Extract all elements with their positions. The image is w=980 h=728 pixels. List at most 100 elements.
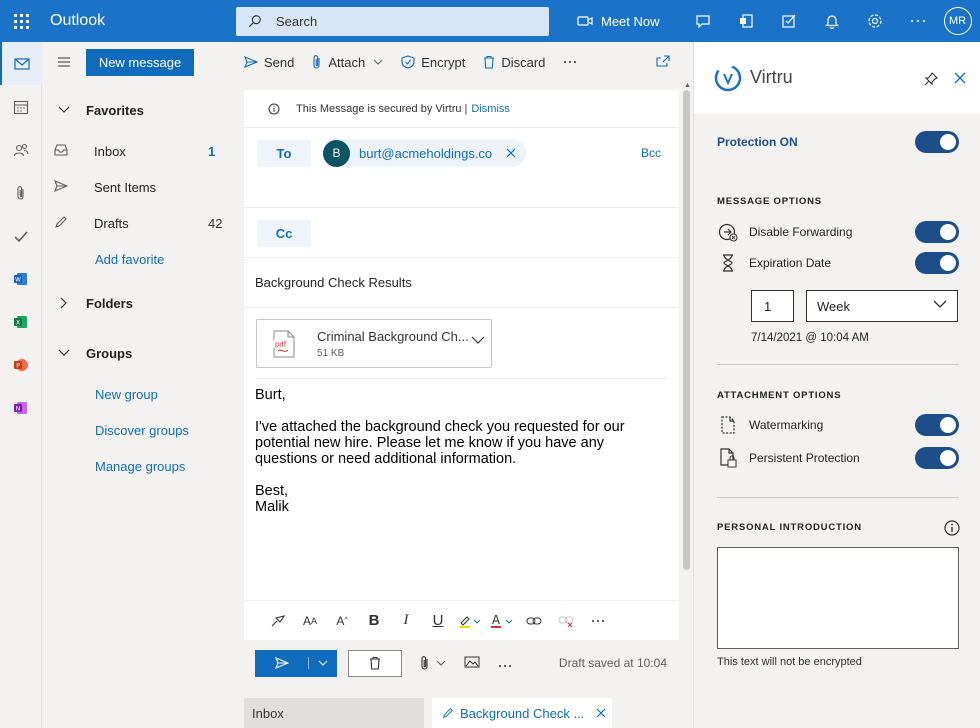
persistent-protection-label: Persistent Protection xyxy=(749,451,860,465)
compose-pane: This Message is secured by Virtru | Dism… xyxy=(244,90,679,640)
protection-toggle[interactable] xyxy=(915,131,959,153)
scroll-up-icon[interactable]: ▲ xyxy=(684,82,691,89)
font-grow-icon[interactable]: A^ xyxy=(326,614,358,628)
virtru-info-bar: This Message is secured by Virtru | Dism… xyxy=(244,90,679,128)
add-favorite-link[interactable]: Add favorite xyxy=(42,241,236,277)
more-options-icon[interactable] xyxy=(563,60,577,64)
chat-icon[interactable] xyxy=(682,0,725,42)
body-main: I've attached the background check you r… xyxy=(255,419,655,467)
groups-header[interactable]: Groups xyxy=(42,335,236,371)
calendar-icon[interactable] xyxy=(0,85,42,128)
discard-draft-button[interactable] xyxy=(348,650,402,677)
attach-button[interactable]: Attach xyxy=(312,54,383,70)
cc-button[interactable]: Cc xyxy=(257,220,311,247)
persistent-protection-toggle[interactable] xyxy=(915,447,959,469)
close-icon[interactable] xyxy=(596,708,606,718)
font-size-icon[interactable]: AA xyxy=(294,614,326,628)
bold-icon[interactable]: B xyxy=(358,612,390,629)
discover-groups-link[interactable]: Discover groups xyxy=(42,412,236,448)
new-group-link[interactable]: New group xyxy=(42,376,236,412)
favorites-header[interactable]: Favorites xyxy=(42,92,236,128)
underline-icon[interactable]: U xyxy=(422,612,454,629)
chevron-down-icon[interactable] xyxy=(471,336,485,344)
meet-now-button[interactable]: Meet Now xyxy=(577,14,660,29)
scrollbar[interactable] xyxy=(683,90,690,570)
expiration-unit-select[interactable]: Week xyxy=(806,290,958,322)
secured-message: This Message is secured by Virtru | xyxy=(296,103,467,115)
body-name: Malik xyxy=(255,499,655,515)
word-icon[interactable]: W xyxy=(0,257,42,300)
dismiss-link[interactable]: Dismiss xyxy=(471,103,510,115)
folders-header[interactable]: Folders xyxy=(42,285,236,321)
link-icon[interactable] xyxy=(518,616,550,626)
subject-field[interactable]: Background Check Results xyxy=(244,258,679,308)
no-forward-icon xyxy=(717,222,739,242)
watermarking-label: Watermarking xyxy=(749,418,823,432)
popout-icon[interactable] xyxy=(656,55,670,70)
tab-inbox[interactable]: Inbox xyxy=(244,698,424,728)
expiration-number-input[interactable]: 1 xyxy=(751,290,794,322)
trash-icon xyxy=(369,656,381,670)
info-icon[interactable] xyxy=(944,520,960,536)
attachment-card[interactable]: pdf Criminal Background Ch... 51 KB xyxy=(256,319,492,368)
search-input[interactable] xyxy=(276,14,516,29)
watermarking-toggle[interactable] xyxy=(915,414,959,436)
app-name[interactable]: Outlook xyxy=(50,12,236,30)
send-toolbar-button[interactable]: Send xyxy=(244,55,294,70)
watermark-file-icon xyxy=(717,416,739,434)
todo-icon[interactable] xyxy=(768,0,811,42)
tab-draft[interactable]: Background Check ... xyxy=(432,698,612,728)
personal-intro-textarea[interactable] xyxy=(717,547,959,649)
powerpoint-icon[interactable]: P xyxy=(0,343,42,386)
office-icon[interactable] xyxy=(725,0,768,42)
folder-item-drafts[interactable]: Drafts 42 xyxy=(42,205,236,241)
bell-icon[interactable] xyxy=(811,0,854,42)
expiration-date-toggle[interactable] xyxy=(915,252,959,274)
personal-intro-header: PERSONAL INTRODUCTION xyxy=(717,522,862,533)
format-painter-icon[interactable] xyxy=(262,614,294,628)
hourglass-icon xyxy=(717,254,739,272)
recipient-chip[interactable]: B burt@acmeholdings.co xyxy=(323,139,526,167)
folder-item-sent[interactable]: Sent Items xyxy=(42,169,236,205)
compose-toolbar: Send Attach Encrypt Discard xyxy=(236,42,692,82)
more-format-icon[interactable] xyxy=(582,619,614,623)
image-icon[interactable] xyxy=(464,656,480,671)
disable-forwarding-toggle[interactable] xyxy=(915,221,959,243)
pin-icon[interactable] xyxy=(924,72,938,86)
more-icon[interactable] xyxy=(897,0,940,42)
close-icon[interactable] xyxy=(954,72,966,84)
folder-item-inbox[interactable]: Inbox 1 xyxy=(42,133,236,169)
highlight-icon[interactable] xyxy=(454,614,486,628)
expiration-date-row: Expiration Date xyxy=(717,254,959,272)
close-icon[interactable] xyxy=(506,148,516,158)
paperclip-icon[interactable] xyxy=(0,171,42,214)
todo-check-icon[interactable] xyxy=(0,214,42,257)
manage-groups-link[interactable]: Manage groups xyxy=(42,448,236,484)
user-avatar[interactable]: MR xyxy=(944,7,972,35)
folder-label: Drafts xyxy=(94,216,208,231)
onenote-icon[interactable]: N xyxy=(0,386,42,429)
attach-file-button[interactable] xyxy=(420,655,446,671)
message-body[interactable]: Burt, I've attached the background check… xyxy=(255,387,655,515)
remove-link-icon[interactable] xyxy=(550,615,582,627)
send-button[interactable] xyxy=(255,650,337,677)
discard-button[interactable]: Discard xyxy=(483,55,545,70)
search-box[interactable] xyxy=(236,7,549,36)
to-button[interactable]: To xyxy=(257,140,311,167)
svg-text:pdf: pdf xyxy=(275,340,287,348)
waffle-icon[interactable] xyxy=(0,0,42,42)
gear-icon[interactable] xyxy=(854,0,897,42)
bcc-link[interactable]: Bcc xyxy=(641,146,661,160)
italic-icon[interactable]: I xyxy=(390,612,422,629)
hamburger-icon[interactable] xyxy=(42,57,86,67)
encrypt-button[interactable]: Encrypt xyxy=(401,55,465,70)
chevron-down-icon[interactable] xyxy=(309,660,337,666)
more-icon[interactable] xyxy=(498,656,512,671)
font-color-icon[interactable]: A xyxy=(486,614,518,628)
people-icon[interactable] xyxy=(0,128,42,171)
body-closing: Best, xyxy=(255,483,655,499)
excel-icon[interactable]: X xyxy=(0,300,42,343)
new-message-button[interactable]: New message xyxy=(86,49,194,76)
mail-icon[interactable] xyxy=(0,42,42,85)
pencil-icon xyxy=(442,707,454,719)
